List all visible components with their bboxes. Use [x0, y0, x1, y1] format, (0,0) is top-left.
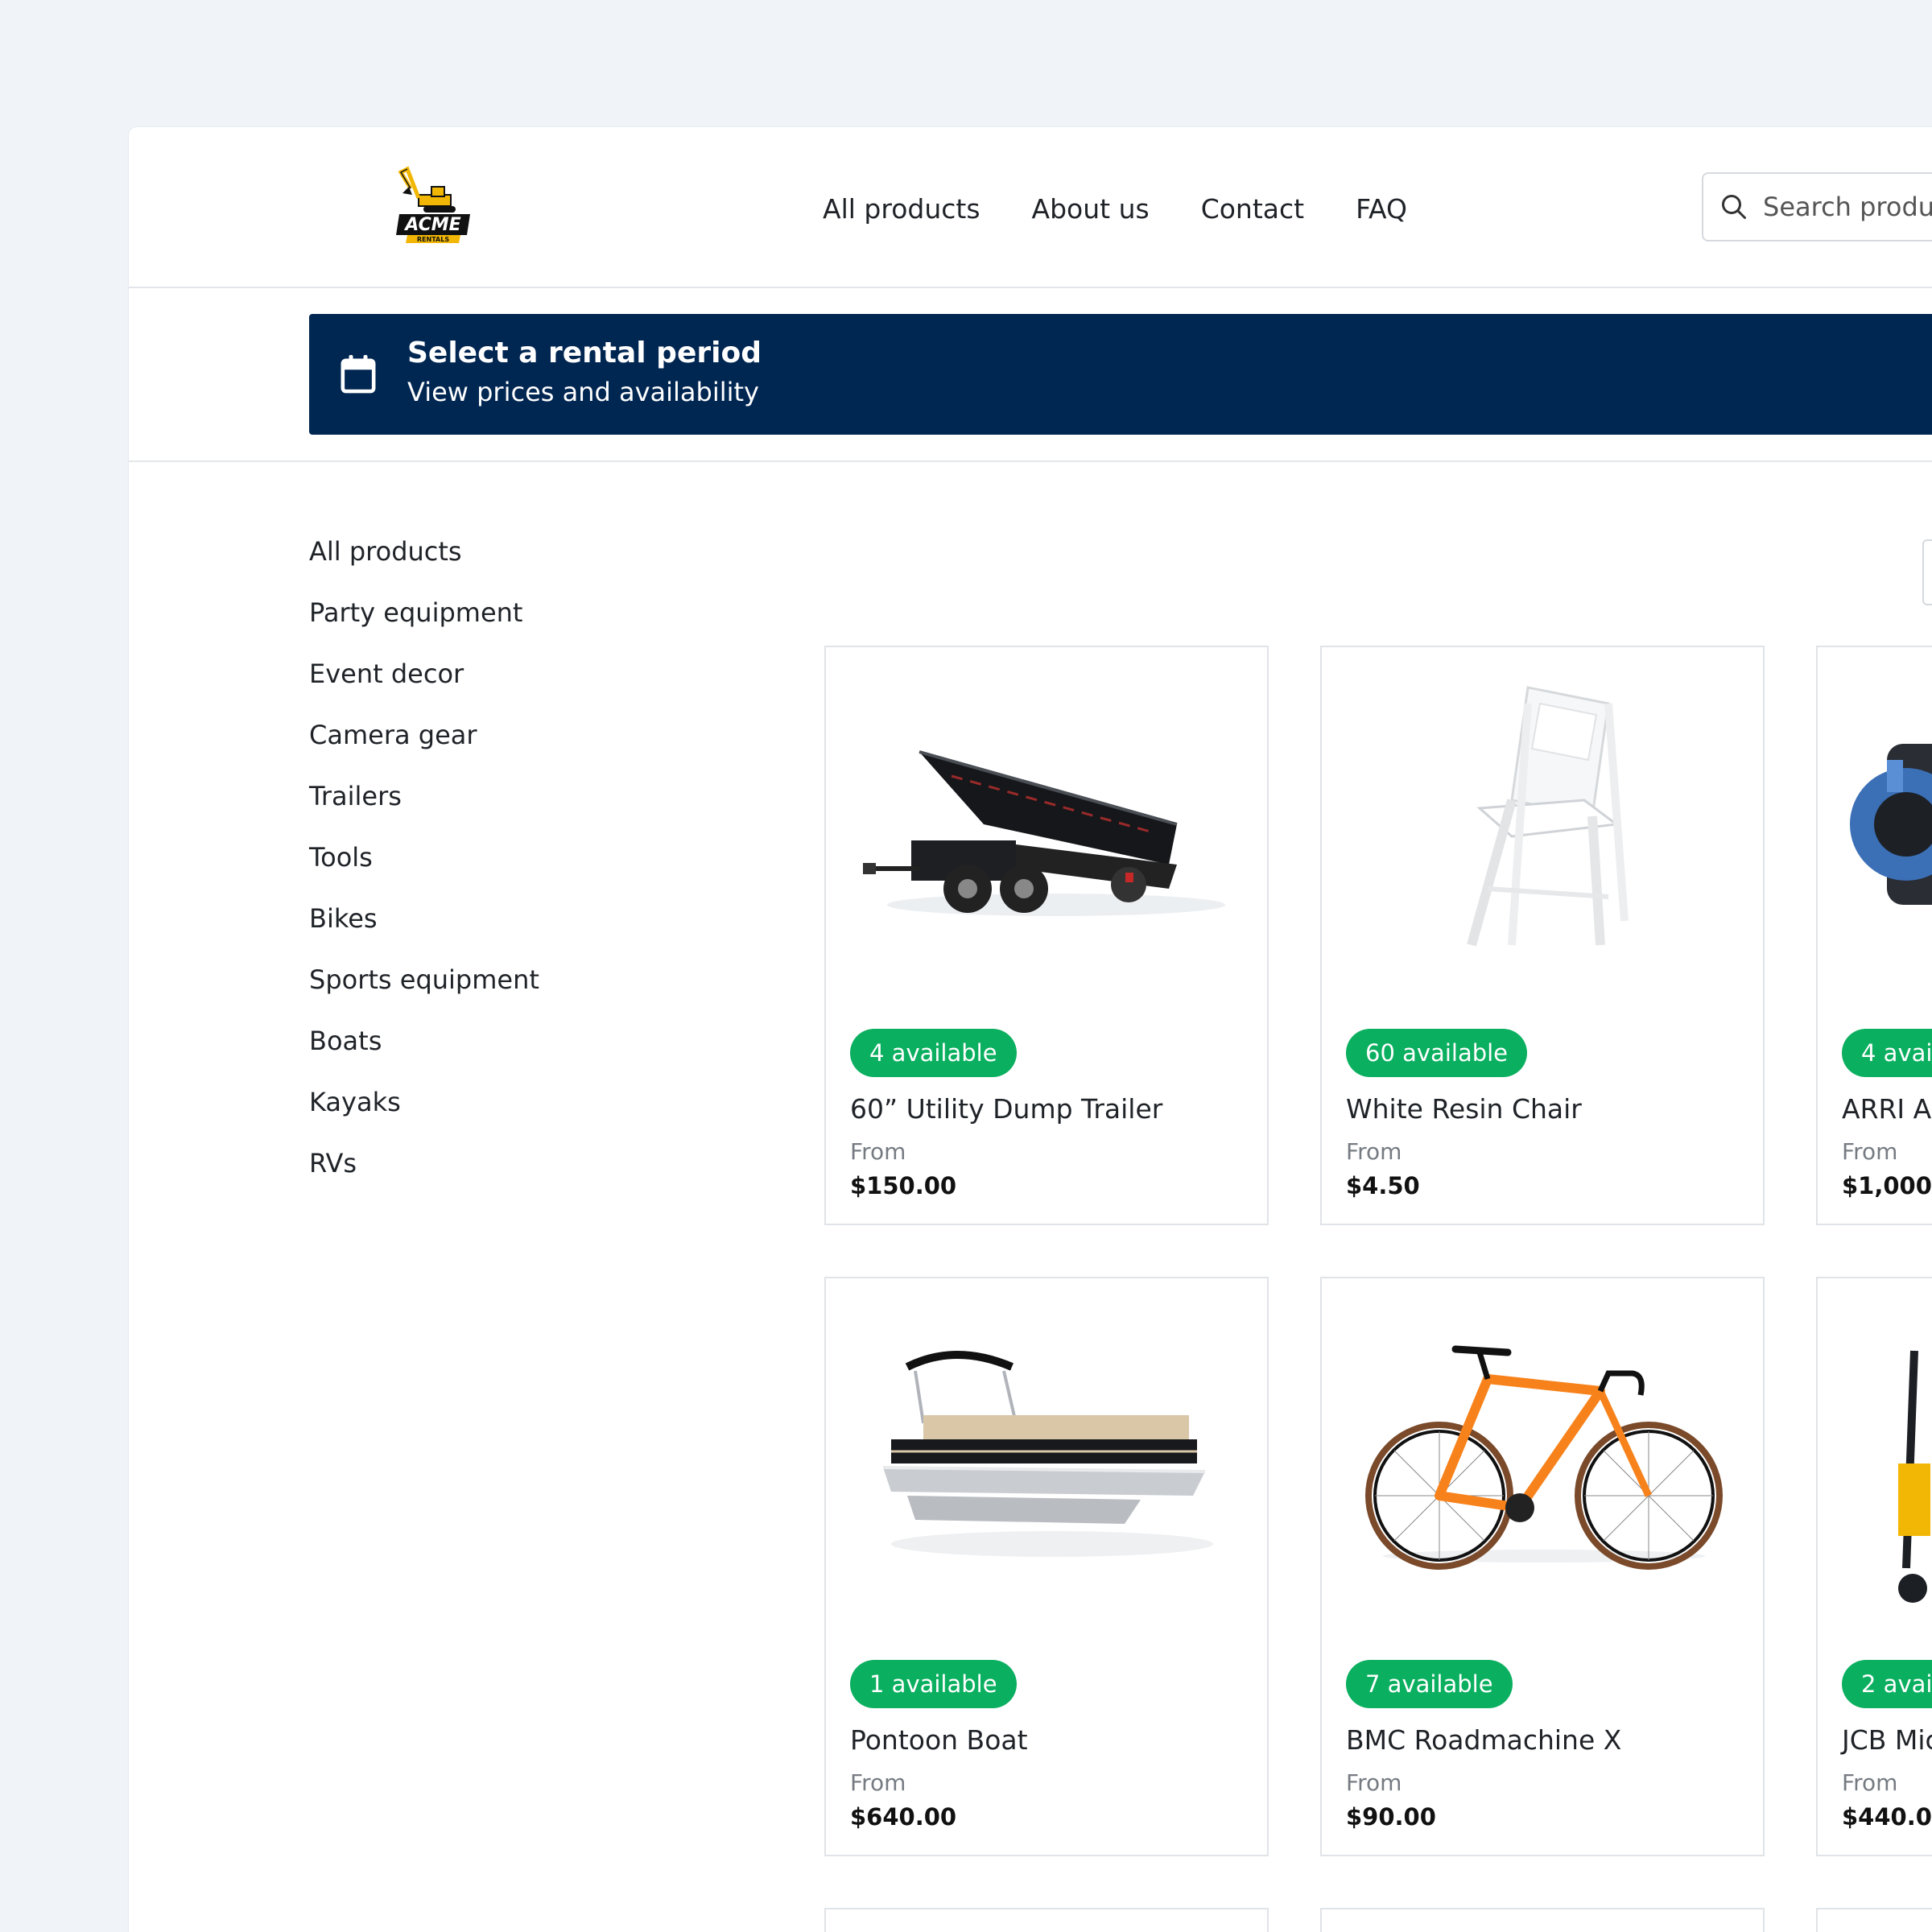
dump-trailer-image	[863, 750, 1225, 916]
pontoon-boat-image	[882, 1351, 1213, 1557]
product-card[interactable]: 1 available Pontoon Boat From $640.00	[824, 1277, 1269, 1856]
nav-contact[interactable]: Contact	[1201, 192, 1304, 227]
product-card[interactable]	[824, 1908, 1269, 1932]
product-image-road-bike[interactable]	[1322, 1278, 1763, 1633]
product-price: $1,000.00	[1842, 1172, 1932, 1199]
svg-text:RENTALS: RENTALS	[417, 236, 449, 243]
availability-badge: 7 available	[1346, 1660, 1513, 1708]
search-icon	[1722, 195, 1746, 219]
browser-window: ACME RENTALS All products About us Conta…	[129, 127, 1932, 1932]
availability-badge: 2 available	[1842, 1660, 1932, 1708]
product-name[interactable]: ARRI Alexa Mini	[1842, 1093, 1932, 1125]
banner-subtitle: View prices and availability	[407, 377, 759, 407]
sidebar-item-party-equipment[interactable]: Party equipment	[309, 596, 631, 657]
price-prefix: From	[850, 1769, 906, 1796]
product-card[interactable]	[1816, 1908, 1932, 1932]
road-bike-image	[1365, 1345, 1723, 1570]
product-card[interactable]: 4 available ARRI Alexa Mini From $1,000.…	[1816, 646, 1932, 1225]
sidebar-item-boats[interactable]: Boats	[309, 1024, 631, 1085]
folding-chair-image	[1467, 686, 1629, 947]
camera-image	[1850, 744, 1932, 905]
product-name[interactable]: BMC Roadmachine X	[1346, 1724, 1621, 1756]
product-card[interactable]: 60 available White Resin Chair From $4.5…	[1320, 646, 1765, 1225]
sidebar-item-tools[interactable]: Tools	[309, 840, 631, 902]
product-price: $90.00	[1346, 1803, 1436, 1831]
sidebar-item-sports-equipment[interactable]: Sports equipment	[309, 963, 631, 1024]
sidebar-item-camera-gear[interactable]: Camera gear	[309, 718, 631, 779]
product-price: $640.00	[850, 1803, 957, 1831]
product-name[interactable]: JCB Micro Excavator	[1842, 1724, 1932, 1756]
availability-badge: 1 available	[850, 1660, 1017, 1708]
price-prefix: From	[850, 1138, 906, 1165]
product-name[interactable]: Pontoon Boat	[850, 1724, 1028, 1756]
main-nav: All products About us Contact FAQ	[823, 192, 1459, 227]
product-card[interactable]	[1320, 1908, 1765, 1932]
price-prefix: From	[1346, 1138, 1402, 1165]
product-name[interactable]: 60” Utility Dump Trailer	[850, 1093, 1162, 1125]
rental-period-zone: Select a rental period View prices and a…	[129, 288, 1932, 462]
price-prefix: From	[1842, 1769, 1898, 1796]
sidebar-item-all-products[interactable]: All products	[309, 535, 631, 596]
machine-image	[1898, 1350, 1930, 1603]
product-image-camera[interactable]	[1818, 647, 1932, 1001]
product-card[interactable]: 4 available 60” Utility Dump Trailer Fro…	[824, 646, 1269, 1225]
availability-badge: 60 available	[1346, 1029, 1528, 1077]
product-card[interactable]: 2 available JCB Micro Excavator From $44…	[1816, 1277, 1932, 1856]
availability-badge: 4 available	[1842, 1029, 1932, 1077]
sort-dropdown[interactable]	[1922, 539, 1932, 605]
sidebar-item-bikes[interactable]: Bikes	[309, 902, 631, 963]
product-price: $440.00	[1842, 1803, 1932, 1831]
sidebar-item-event-decor[interactable]: Event decor	[309, 657, 631, 718]
sidebar-item-kayaks[interactable]: Kayaks	[309, 1085, 631, 1146]
product-price: $150.00	[850, 1172, 957, 1199]
calendar-icon	[341, 355, 376, 394]
product-image-folding-chair[interactable]	[1322, 647, 1763, 1001]
nav-faq[interactable]: FAQ	[1356, 192, 1407, 227]
product-price: $4.50	[1346, 1172, 1420, 1199]
acme-rentals-logo[interactable]: ACME RENTALS	[396, 164, 473, 245]
product-image-dump-trailer[interactable]	[826, 647, 1267, 1001]
nav-about-us[interactable]: About us	[1032, 192, 1150, 227]
product-image-machine[interactable]	[1818, 1278, 1932, 1633]
price-prefix: From	[1842, 1138, 1898, 1165]
price-prefix: From	[1346, 1769, 1402, 1796]
product-card[interactable]: 7 available BMC Roadmachine X From $90.0…	[1320, 1277, 1765, 1856]
availability-badge: 4 available	[850, 1029, 1017, 1077]
sidebar-item-rvs[interactable]: RVs	[309, 1146, 631, 1208]
sidebar-item-trailers[interactable]: Trailers	[309, 779, 631, 840]
product-name[interactable]: White Resin Chair	[1346, 1093, 1582, 1125]
category-sidebar: All products Party equipment Event decor…	[309, 535, 631, 1208]
nav-all-products[interactable]: All products	[823, 192, 980, 227]
banner-title: Select a rental period	[407, 336, 762, 369]
svg-text:ACME: ACME	[403, 215, 460, 235]
site-header: ACME RENTALS All products About us Conta…	[129, 127, 1932, 288]
search-box[interactable]	[1702, 172, 1932, 242]
product-image-pontoon-boat[interactable]	[826, 1278, 1267, 1633]
rental-period-banner[interactable]: Select a rental period View prices and a…	[309, 314, 1932, 435]
search-input[interactable]	[1763, 192, 1932, 222]
